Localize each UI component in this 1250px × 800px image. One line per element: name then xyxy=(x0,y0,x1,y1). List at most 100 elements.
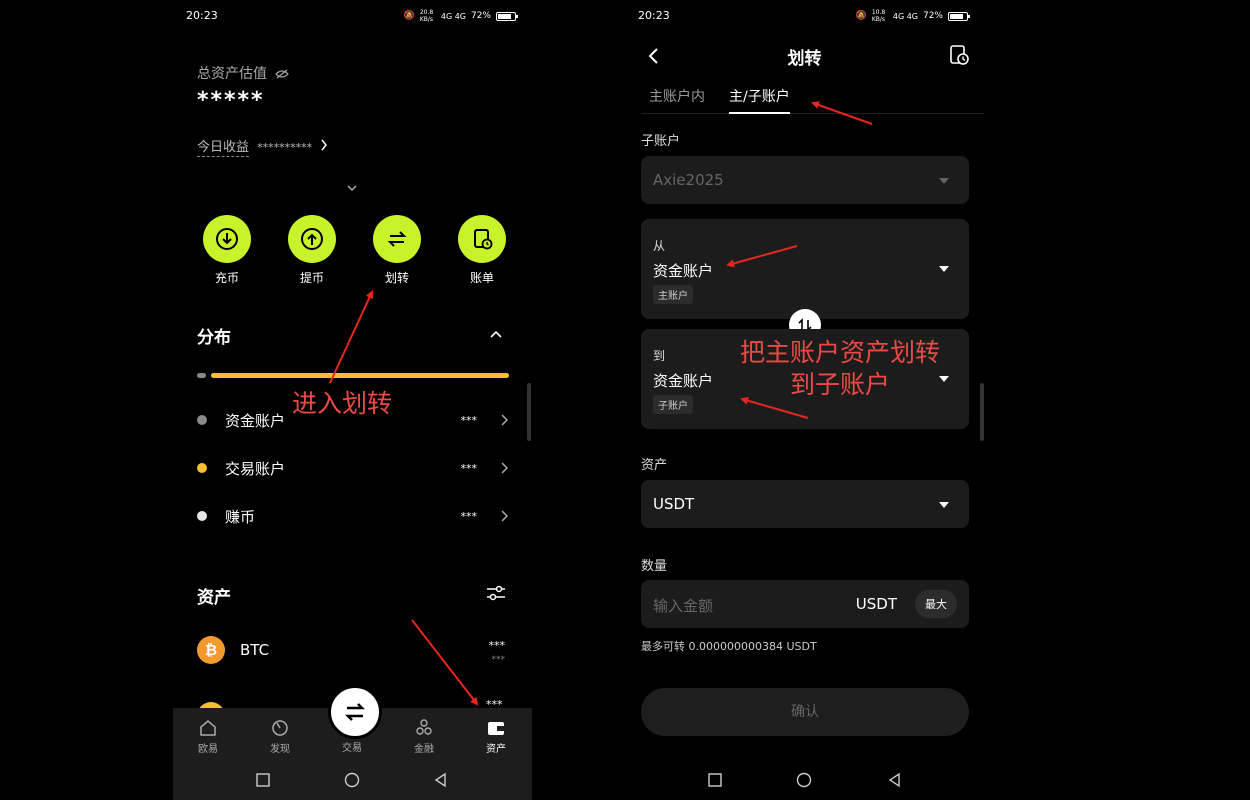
mute-icon: 🔕 xyxy=(855,11,867,21)
tab-internal[interactable]: 主账户内 xyxy=(649,86,705,112)
caret-down-icon xyxy=(939,178,949,184)
tab-main-sub[interactable]: 主/子账户 xyxy=(729,86,790,114)
distribution-item-value: *** xyxy=(460,461,478,475)
bill-button[interactable]: 账单 xyxy=(452,215,512,286)
nav-finance-label: 金融 xyxy=(414,744,434,755)
status-bar: 20:23 🔕 20.8 KB/s 4G 4G 72% xyxy=(186,8,518,26)
confirm-button[interactable]: 确认 xyxy=(641,688,969,736)
nav-home-label: 欧易 xyxy=(198,744,218,755)
total-asset-label: 总资产估值 xyxy=(197,63,290,83)
chevron-up-icon[interactable] xyxy=(489,329,503,339)
signal-icon: 4G 4G xyxy=(440,11,466,21)
to-label: 到 xyxy=(653,349,666,363)
deposit-button[interactable]: 充币 xyxy=(197,215,257,286)
system-nav-bar xyxy=(173,762,532,800)
from-label: 从 xyxy=(653,239,666,253)
chevron-right-icon xyxy=(501,462,509,474)
nav-home[interactable]: 欧易 xyxy=(183,718,233,755)
sub-account-label: 子账户 xyxy=(641,134,681,149)
to-account-tag: 子账户 xyxy=(653,395,693,414)
withdraw-label: 提币 xyxy=(299,271,324,285)
caret-down-icon xyxy=(939,266,949,272)
asset-symbol: BTC xyxy=(240,641,270,659)
today-earnings-value: ********** xyxy=(257,141,313,154)
battery-level: 72% xyxy=(922,11,943,21)
assets-title: 资产 xyxy=(197,588,231,608)
withdraw-icon xyxy=(301,228,323,250)
bill-label: 账单 xyxy=(469,271,494,285)
chevron-right-icon xyxy=(501,414,509,426)
status-icons: 🔕 20.8 KB/s 4G 4G 72% xyxy=(404,9,518,23)
eye-hidden-icon[interactable] xyxy=(275,69,290,79)
status-time: 20:23 xyxy=(186,9,218,22)
trading-dot xyxy=(197,463,207,473)
distribution-bar xyxy=(197,373,509,378)
from-account-select[interactable]: 从 资金账户 主账户 xyxy=(641,219,969,319)
sub-account-select[interactable]: Axie2025 xyxy=(641,156,969,204)
asset-value: *** xyxy=(488,638,506,652)
earn-dot xyxy=(197,511,207,521)
nav-trade[interactable]: 交易 xyxy=(327,739,377,754)
max-button[interactable]: 最大 xyxy=(915,590,957,618)
chevron-right-icon xyxy=(501,510,509,522)
amount-field[interactable]: 输入金额 USDT 最大 xyxy=(641,580,969,628)
back-triangle-icon[interactable] xyxy=(433,772,449,788)
chevron-down-icon[interactable] xyxy=(344,180,360,196)
distribution-item-earn[interactable]: 赚币 *** xyxy=(197,504,509,528)
nav-trade-label: 交易 xyxy=(342,743,362,754)
chevron-right-icon xyxy=(321,139,328,151)
funding-dot xyxy=(197,415,207,425)
home-icon xyxy=(200,720,216,736)
distribution-item-name: 赚币 xyxy=(225,507,256,526)
deposit-icon xyxy=(216,228,238,250)
today-earnings-label: 今日收益 xyxy=(197,140,250,157)
net-speed: 20.8 KB/s xyxy=(419,9,434,23)
quick-actions: 充币 提币 划转 账单 xyxy=(197,215,512,286)
sub-account-value: Axie2025 xyxy=(653,171,724,189)
net-speed: 10.8 KB/s xyxy=(871,9,886,23)
page-header: 划转 xyxy=(625,40,984,72)
transfer-button[interactable]: 划转 xyxy=(367,215,427,286)
history-icon[interactable] xyxy=(948,44,970,66)
status-bar: 20:23 🔕 10.8 KB/s 4G 4G 72% xyxy=(638,8,970,26)
system-nav-bar xyxy=(625,762,984,800)
nav-finance[interactable]: 金融 xyxy=(399,718,449,755)
asset-row-btc[interactable]: ₿ BTC *** *** xyxy=(197,634,509,666)
to-account-name: 资金账户 xyxy=(653,372,714,390)
nav-assets[interactable]: 资产 xyxy=(471,718,521,755)
filter-icon[interactable] xyxy=(486,584,506,602)
tab-bar: 主账户内 主/子账户 xyxy=(641,86,984,114)
battery-level: 72% xyxy=(470,11,491,21)
recents-icon[interactable] xyxy=(707,772,723,788)
asset-value: USDT xyxy=(653,495,695,513)
wallet-icon xyxy=(488,722,504,735)
side-edge xyxy=(527,383,531,441)
finance-icon xyxy=(416,719,432,735)
side-edge xyxy=(980,383,984,441)
page-title: 划转 xyxy=(787,49,822,69)
asset-select[interactable]: USDT xyxy=(641,480,969,528)
amount-input[interactable]: 输入金额 xyxy=(653,595,713,616)
status-time: 20:23 xyxy=(638,9,670,22)
recents-icon[interactable] xyxy=(255,772,271,788)
home-circle-icon[interactable] xyxy=(796,772,812,788)
back-triangle-icon[interactable] xyxy=(887,772,903,788)
nav-discover[interactable]: 发现 xyxy=(255,718,305,755)
from-account-name: 资金账户 xyxy=(653,262,714,280)
amount-label: 数量 xyxy=(641,559,668,574)
distribution-item-trading[interactable]: 交易账户 *** xyxy=(197,456,509,480)
swap-arrows-icon xyxy=(344,703,366,721)
annotation-line-2: 到子账户 xyxy=(789,370,890,399)
discover-icon xyxy=(272,720,288,736)
status-icons: 🔕 10.8 KB/s 4G 4G 72% xyxy=(855,9,970,23)
distribution-segment-trading xyxy=(211,373,509,378)
today-earnings-row[interactable]: 今日收益 ********** xyxy=(197,136,328,157)
max-transferable-text: 最多可转 0.000000000384 USDT xyxy=(641,640,817,653)
caret-down-icon xyxy=(939,502,949,508)
btc-icon: ₿ xyxy=(197,636,225,664)
home-circle-icon[interactable] xyxy=(344,772,360,788)
transfer-icon xyxy=(387,231,407,247)
annotation-enter-transfer: 进入划转 xyxy=(292,389,393,418)
withdraw-button[interactable]: 提币 xyxy=(282,215,342,286)
trade-fab-button[interactable] xyxy=(328,685,382,739)
